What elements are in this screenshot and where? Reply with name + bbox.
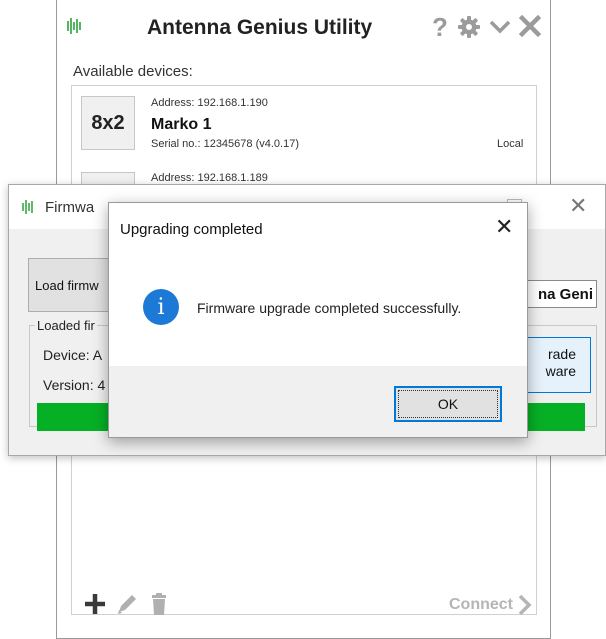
device-serial: Serial no.: 12345678 (v4.0.17) [151,138,299,150]
close-icon[interactable] [519,15,541,37]
connect-button[interactable]: Connect [449,596,513,614]
main-window-title: Antenna Genius Utility [147,16,373,39]
firmware-window-title: Firmwa [45,199,95,216]
antenna-genius-logo-icon [22,200,33,214]
device-item[interactable]: 8x2 Address: 192.168.1.190 Marko 1 Seria… [72,86,536,166]
plus-icon[interactable] [81,590,109,618]
question-mark-icon[interactable]: ? [427,14,453,40]
upgrading-completed-dialog: Upgrading completed ✕ i Firmware upgrade… [108,202,528,438]
close-icon[interactable]: ✕ [569,193,587,219]
device-label: Device: A [43,347,103,363]
device-address: Address: 192.168.1.190 [151,97,268,109]
available-devices-label: Available devices: [73,63,193,80]
device-local-tag: Local [497,138,524,150]
antenna-genius-logo-icon [67,18,81,34]
device-address: Address: 192.168.1.189 [151,172,268,184]
chevron-down-icon[interactable] [489,17,511,37]
ok-button-label: OK [398,390,498,418]
gear-icon[interactable] [457,15,481,39]
chevron-right-icon[interactable] [517,594,533,616]
device-name: Marko 1 [151,116,212,133]
device-type-badge: 8x2 [81,96,135,150]
loaded-firmware-label: Loaded fir [35,318,97,333]
main-titlebar: Antenna Genius Utility ? [57,0,550,54]
info-icon: i [143,289,179,325]
device-toolbar: Connect [71,584,537,624]
dialog-title: Upgrading completed [120,221,263,238]
ok-button[interactable]: OK [394,386,502,422]
pencil-icon[interactable] [113,590,141,618]
close-icon[interactable]: ✕ [495,214,513,240]
version-label: Version: 4 [43,377,106,393]
trash-icon[interactable] [145,590,173,618]
dialog-message: Firmware upgrade completed successfully. [197,300,462,316]
